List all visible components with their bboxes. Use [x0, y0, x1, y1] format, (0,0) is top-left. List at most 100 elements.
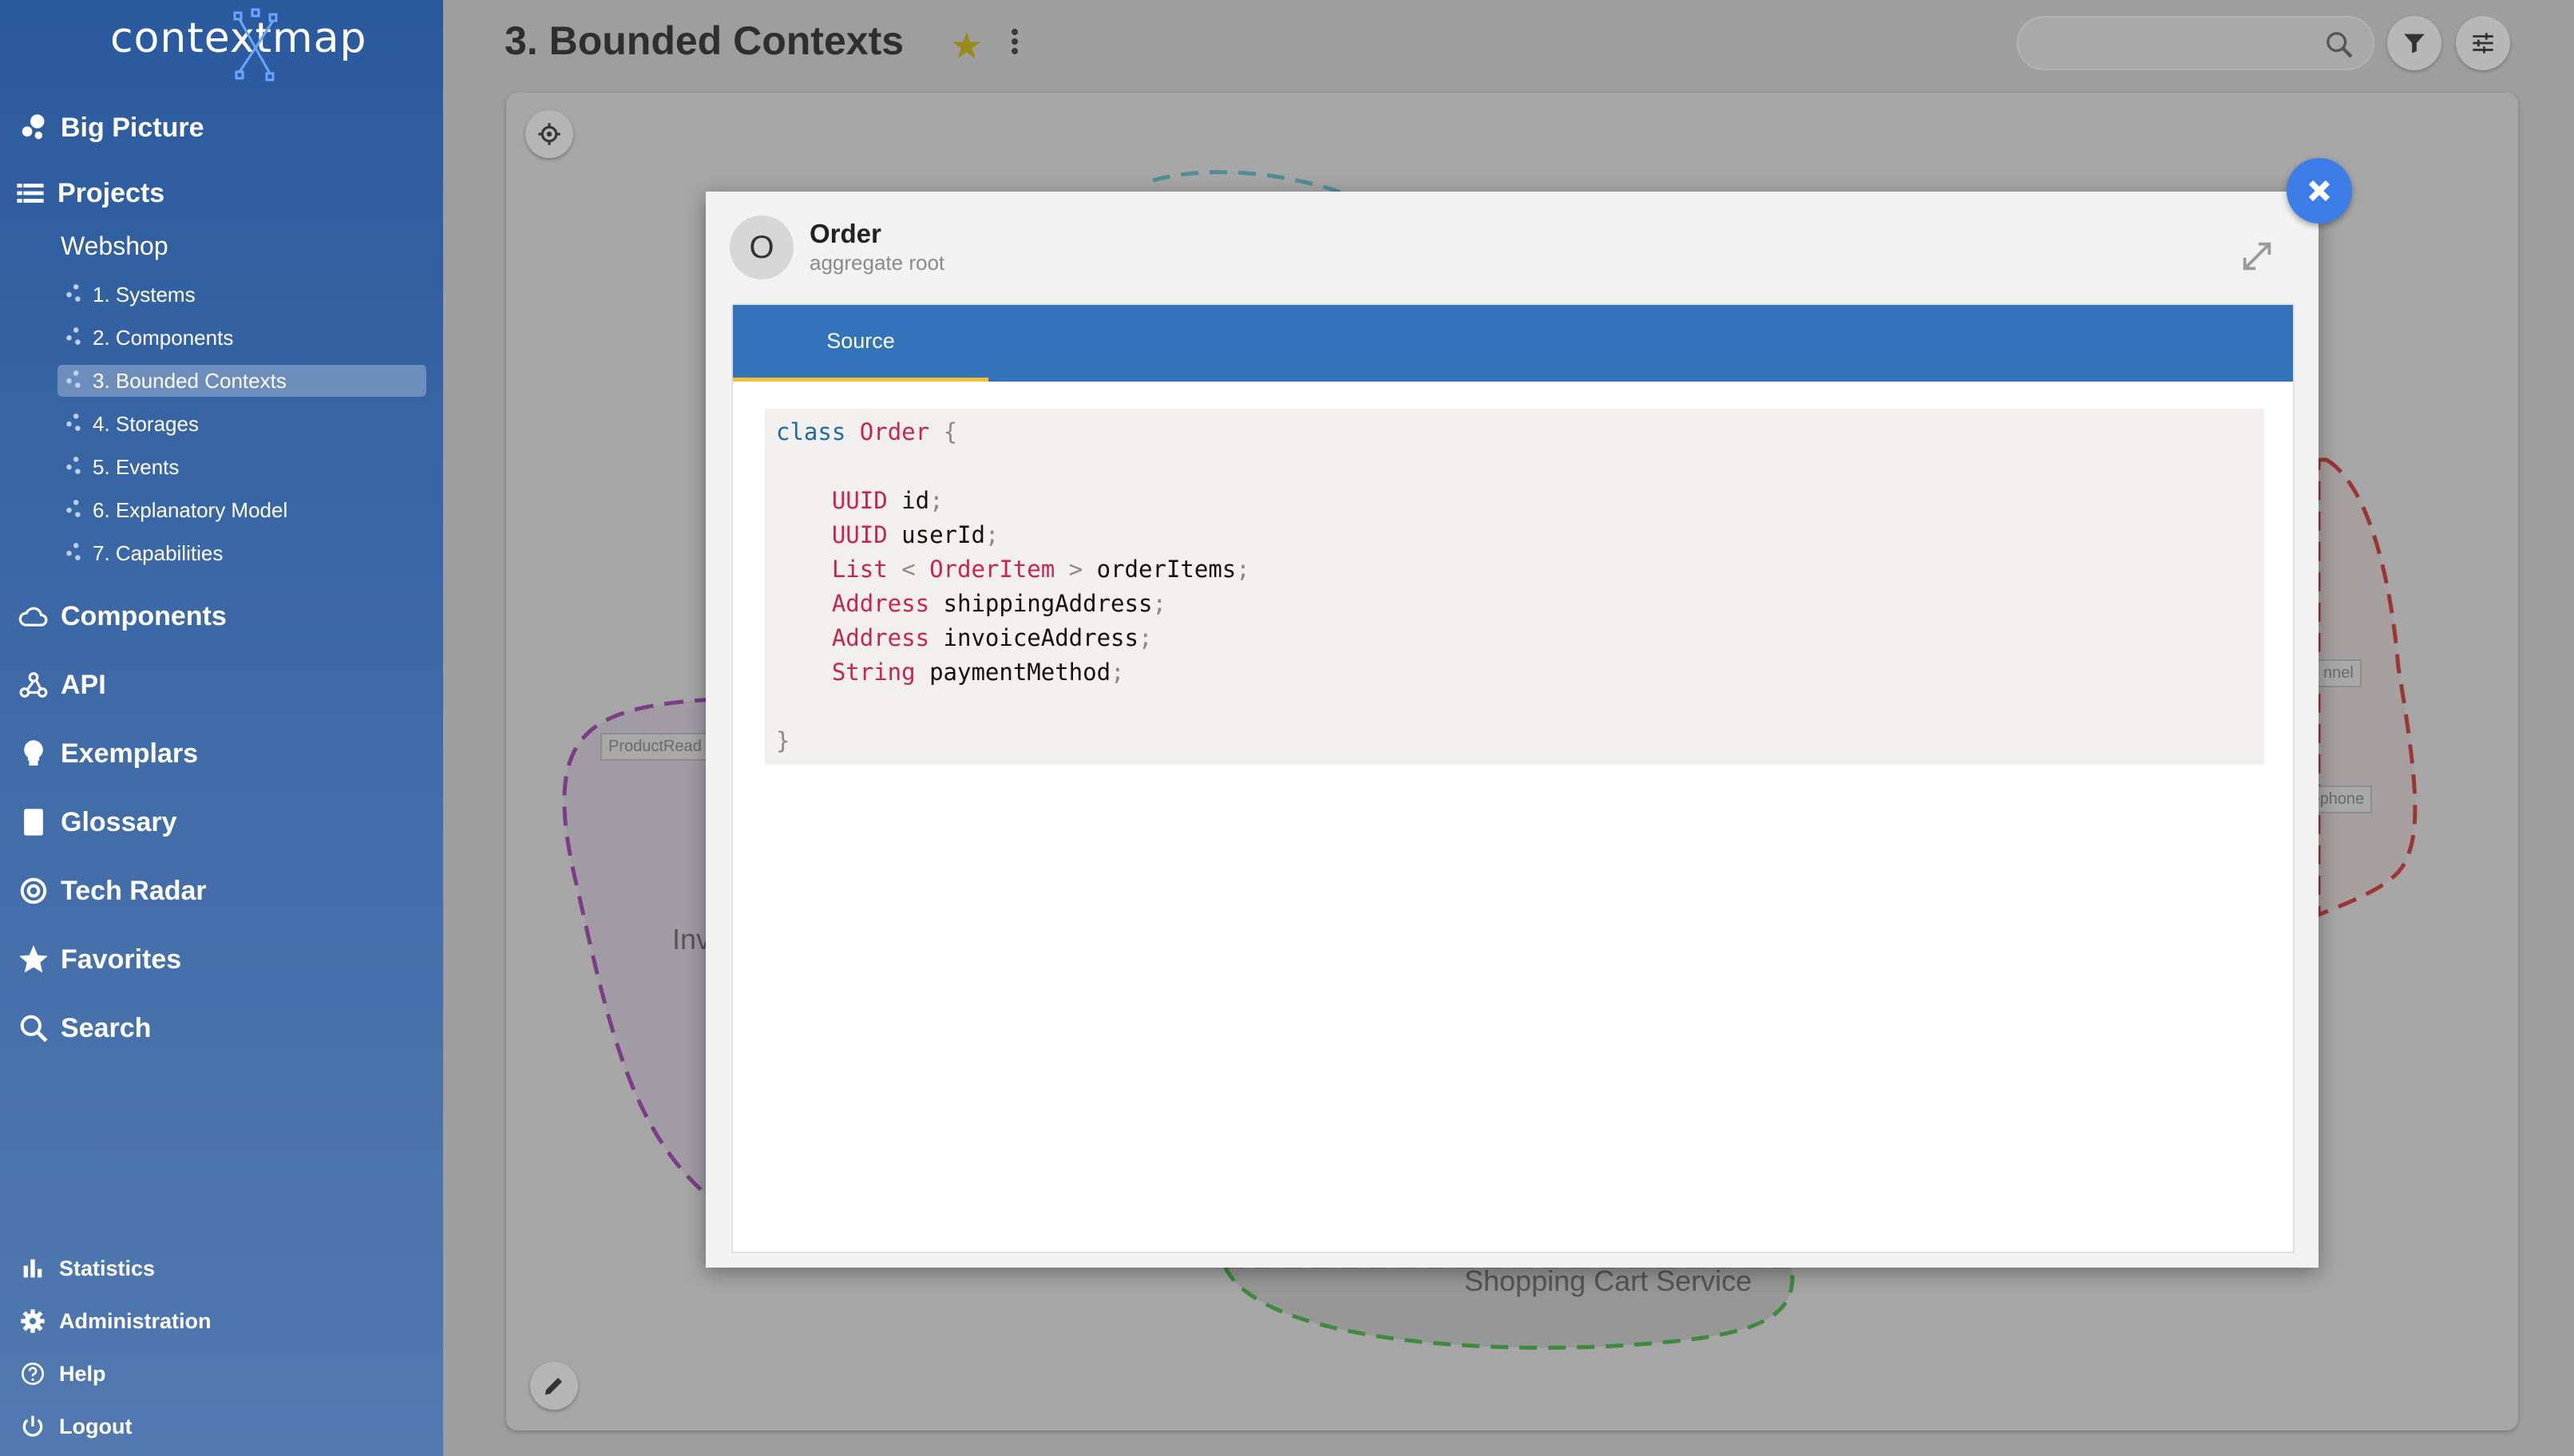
nav-statistics-label: Statistics	[59, 1256, 156, 1280]
search-icon[interactable]	[2323, 29, 2355, 61]
code-field-name: invoiceAddress	[943, 624, 1138, 651]
project-item-systems[interactable]: 1. Systems	[57, 279, 426, 311]
project-item-label: 2. Components	[93, 325, 234, 350]
project-item-label: 7. Capabilities	[93, 540, 224, 565]
nodes-icon	[64, 541, 88, 565]
nav-glossary[interactable]: Glossary	[16, 805, 177, 840]
power-icon	[18, 1411, 48, 1442]
bubbles-icon	[16, 110, 51, 145]
nav-search[interactable]: Search	[16, 1011, 151, 1046]
bar-chart-icon	[18, 1253, 48, 1284]
project-item-label: 5. Events	[93, 454, 180, 479]
nav-big-picture[interactable]: Big Picture	[16, 110, 204, 145]
center-view-button[interactable]	[525, 110, 573, 158]
nodes-icon	[64, 283, 88, 307]
radar-icon	[16, 873, 51, 908]
canvas-label-productread[interactable]: ProductRead	[600, 733, 710, 761]
nav-api-label: API	[61, 669, 106, 700]
sidebar: contextmap Big Picture Projects Webshop …	[0, 0, 443, 1456]
book-icon	[16, 805, 51, 840]
favorite-star-icon[interactable]: ★	[950, 24, 983, 67]
dialog-subtitle: aggregate root	[810, 251, 945, 275]
filter-button[interactable]	[2387, 16, 2441, 70]
nodes-icon	[64, 326, 88, 350]
nav-tech-radar-label: Tech Radar	[61, 875, 207, 906]
nodes-icon	[64, 455, 88, 479]
edit-button[interactable]	[530, 1362, 578, 1410]
list-icon	[13, 176, 48, 211]
cloud-icon	[16, 599, 51, 634]
nav-big-picture-label: Big Picture	[61, 112, 204, 143]
project-item-label: 1. Systems	[93, 282, 196, 307]
code-field-type: UUID	[831, 521, 888, 548]
nav-search-label: Search	[61, 1012, 152, 1043]
code-field-name: orderItems	[1096, 556, 1237, 583]
project-item-label: 3. Bounded Contexts	[93, 368, 287, 393]
nav-favorites[interactable]: Favorites	[16, 942, 181, 977]
project-item-events[interactable]: 5. Events	[57, 451, 426, 483]
lightbulb-icon	[16, 736, 51, 771]
star-icon	[16, 942, 51, 977]
logo-dots-icon	[233, 8, 278, 81]
help-circle-icon	[18, 1359, 48, 1389]
project-item-explanatory-model[interactable]: 6. Explanatory Model	[57, 494, 426, 526]
project-item-components[interactable]: 2. Components	[57, 322, 426, 354]
project-item-storages[interactable]: 4. Storages	[57, 408, 426, 440]
close-icon	[2308, 180, 2330, 202]
more-options-icon[interactable]	[1003, 26, 1027, 62]
code-field-type: Address	[831, 590, 930, 617]
app-logo[interactable]: contextmap	[110, 8, 367, 81]
tab-source[interactable]: Source	[733, 305, 988, 382]
nav-glossary-label: Glossary	[61, 806, 177, 837]
filter-icon	[2404, 34, 2425, 53]
nav-tech-radar[interactable]: Tech Radar	[16, 873, 207, 908]
code-field-name: paymentMethod	[929, 659, 1111, 686]
nav-help[interactable]: Help	[18, 1359, 106, 1389]
search-input[interactable]	[2034, 26, 2306, 62]
nav-favorites-label: Favorites	[61, 944, 182, 975]
code-field-type: List	[831, 556, 888, 583]
settings-sliders-button[interactable]	[2456, 16, 2510, 70]
search-field[interactable]	[2017, 16, 2374, 70]
aggregate-avatar: O	[730, 216, 794, 279]
nav-exemplars-label: Exemplars	[61, 738, 198, 769]
nav-logout[interactable]: Logout	[18, 1411, 132, 1442]
canvas-label-shopping-cart-service[interactable]: Shopping Cart Service	[1464, 1264, 1752, 1298]
code-field-name: userId	[901, 521, 985, 548]
nav-components-label: Components	[61, 600, 227, 631]
project-item-bounded-contexts[interactable]: 3. Bounded Contexts	[57, 365, 426, 397]
code-field-type: String	[831, 659, 916, 686]
nav-projects[interactable]: Projects	[13, 176, 164, 211]
nav-administration[interactable]: Administration	[18, 1306, 212, 1336]
dialog-title: Order	[810, 219, 881, 248]
nav-projects-label: Projects	[57, 177, 165, 208]
search-icon	[16, 1011, 51, 1046]
project-webshop[interactable]: Webshop	[61, 231, 168, 261]
gear-icon	[18, 1306, 48, 1336]
nav-components[interactable]: Components	[16, 599, 227, 634]
nodes-icon	[64, 412, 88, 436]
aggregate-detail-dialog: O Order aggregate root Source class Orde…	[706, 192, 2319, 1268]
code-class-name: Order	[859, 418, 930, 445]
canvas-label-inventory: Inv	[672, 923, 711, 956]
nav-logout-label: Logout	[59, 1414, 133, 1438]
project-item-capabilities[interactable]: 7. Capabilities	[57, 537, 426, 569]
webhook-icon	[16, 667, 51, 702]
pencil-icon	[544, 1378, 562, 1395]
tab-bar: Source	[733, 305, 2293, 382]
dialog-content-card: Source class Order { UUID id; UUID userI…	[731, 303, 2295, 1253]
canvas-label-channel[interactable]: nnel	[2315, 659, 2362, 687]
code-field-name: id	[901, 487, 930, 514]
nav-api[interactable]: API	[16, 667, 106, 702]
nav-exemplars[interactable]: Exemplars	[16, 736, 198, 771]
nav-statistics[interactable]: Statistics	[18, 1253, 155, 1284]
close-dialog-button[interactable]	[2287, 158, 2352, 224]
code-field-name: shippingAddress	[943, 590, 1153, 617]
project-item-label: 4. Storages	[93, 411, 199, 436]
expand-icon[interactable]	[2239, 238, 2275, 275]
sliders-icon	[2473, 33, 2493, 53]
crosshair-icon	[538, 123, 560, 145]
nav-help-label: Help	[59, 1361, 106, 1386]
nodes-icon	[64, 369, 88, 393]
project-item-label: 6. Explanatory Model	[93, 497, 288, 522]
